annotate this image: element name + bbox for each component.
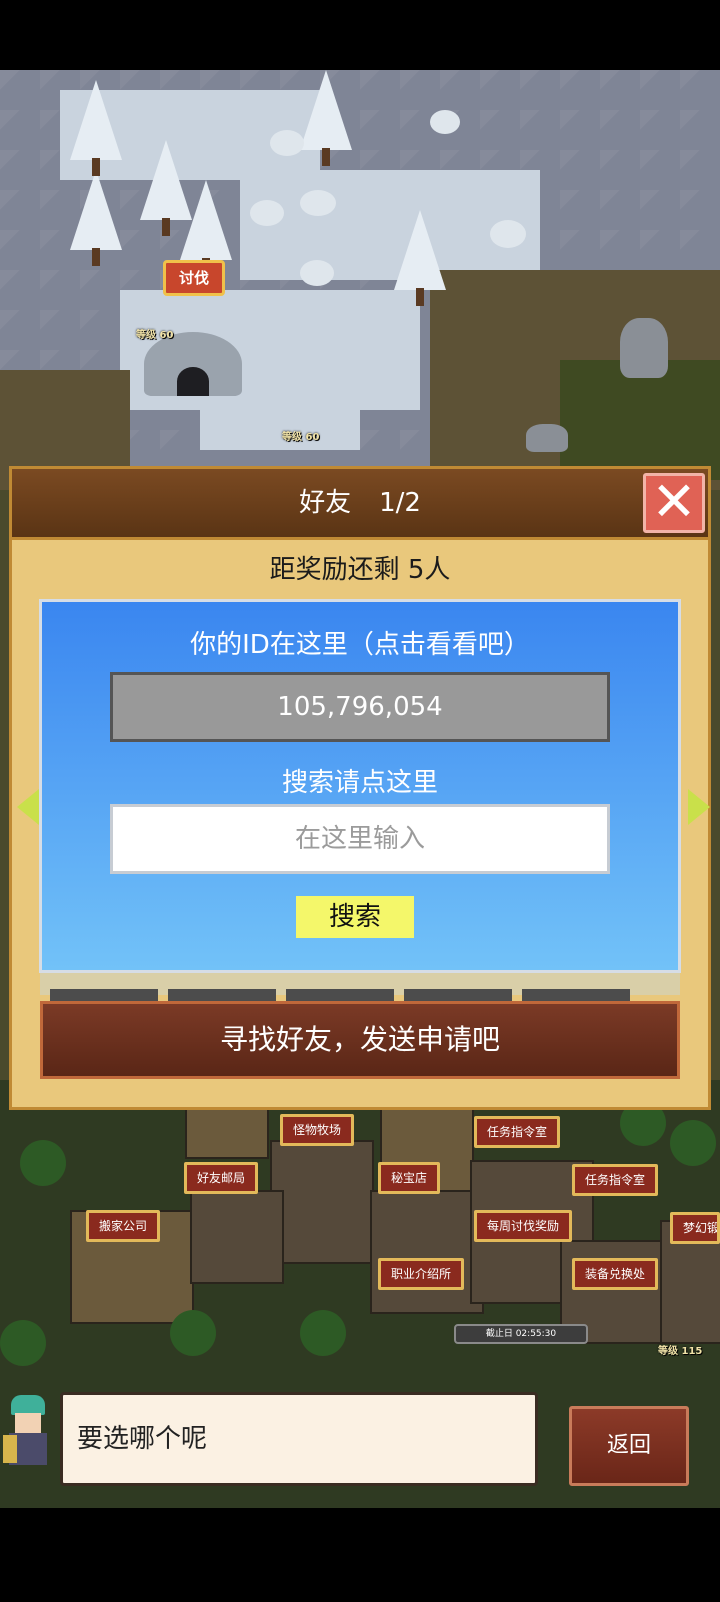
npc-avatar: [3, 1395, 53, 1475]
snow-bush: [430, 110, 460, 134]
snow-bush: [490, 220, 526, 248]
palm-tree: [20, 1140, 66, 1186]
dialog-title: 好友 1/2: [12, 469, 708, 537]
dialog-page-indicator: 1/2: [379, 488, 421, 518]
palm-tree: [0, 1320, 46, 1366]
your-id-hint: 你的ID在这里（点击看看吧）: [190, 630, 530, 660]
building-label-equip-exchange[interactable]: 装备兑换处: [572, 1258, 659, 1290]
bottom-bar: [0, 1508, 720, 1602]
grass-patch: [560, 360, 720, 480]
palm-tree: [300, 1310, 346, 1356]
back-button[interactable]: 返回: [569, 1406, 689, 1486]
building[interactable]: [270, 1140, 374, 1264]
building[interactable]: [190, 1190, 284, 1284]
monster-level-label: 等级 60: [282, 432, 320, 443]
snow-tree: [300, 70, 352, 166]
building-label-dream-forge[interactable]: 梦幻锻: [670, 1212, 720, 1244]
snow-bush: [300, 190, 336, 216]
snow-field: [0, 70, 720, 490]
boulder: [620, 318, 668, 378]
building-label-moving-company[interactable]: 搬家公司: [86, 1210, 161, 1242]
snow-tree: [394, 210, 446, 306]
search-hint: 搜索请点这里: [281, 768, 438, 798]
next-page-arrow-icon[interactable]: [688, 789, 710, 825]
prev-page-arrow-icon[interactable]: [17, 789, 39, 825]
cave-entrance[interactable]: [144, 332, 242, 396]
building-label-friend-post[interactable]: 好友邮局: [184, 1162, 259, 1194]
building-label-quest-room[interactable]: 任务指令室: [474, 1116, 561, 1148]
snow-tile: [200, 390, 360, 450]
snow-bush: [250, 200, 284, 226]
building-label-quest-room-2[interactable]: 任务指令室: [572, 1164, 659, 1196]
building-label-treasure-shop[interactable]: 秘宝店: [378, 1162, 441, 1194]
building-label-weekly-reward[interactable]: 每周讨伐奖励: [474, 1210, 573, 1242]
building-label-job-agency[interactable]: 职业介绍所: [378, 1258, 465, 1290]
battle-tag[interactable]: 讨伐: [163, 260, 225, 296]
close-icon: ✕: [651, 470, 697, 533]
deadline-timer: 截止日 02:55:30: [454, 1324, 588, 1344]
npc-face: [15, 1413, 41, 1433]
snow-bush: [300, 260, 334, 286]
top-status-bar: [0, 0, 720, 70]
reward-remaining-text: 距奖励还剩 5人: [269, 555, 451, 585]
snow-tree: [180, 180, 232, 276]
search-button[interactable]: 搜索: [296, 896, 414, 938]
building-label-monster-farm[interactable]: 怪物牧场: [280, 1114, 355, 1146]
monster-level-label: 等级 60: [136, 330, 174, 341]
character-level-label: 等级 115: [658, 1346, 703, 1357]
snow-tree: [70, 80, 122, 176]
speech-bubble: 要选哪个呢: [60, 1392, 538, 1486]
friends-dialog: 好友 1/2 ✕ 距奖励还剩 5人 你的ID在这里（点击看看吧） 105,796,…: [9, 466, 711, 1110]
friend-id-search-input[interactable]: [110, 804, 610, 874]
snow-bush: [270, 130, 304, 156]
boulder: [526, 424, 568, 452]
find-friend-button[interactable]: 寻找好友，发送申请吧: [40, 1001, 680, 1079]
palm-tree: [170, 1310, 216, 1356]
palm-tree: [670, 1120, 716, 1166]
snow-tree: [70, 170, 122, 266]
close-button[interactable]: ✕: [643, 473, 705, 533]
npc-bag: [3, 1435, 17, 1463]
friend-search-panel: 你的ID在这里（点击看看吧） 105,796,054 搜索请点这里 搜索: [39, 599, 681, 973]
dialog-title-text: 好友: [299, 488, 352, 518]
speech-text: 要选哪个呢: [77, 1424, 208, 1454]
building[interactable]: [370, 1190, 484, 1314]
player-id-box[interactable]: 105,796,054: [110, 672, 610, 742]
npc-hair: [11, 1395, 45, 1415]
